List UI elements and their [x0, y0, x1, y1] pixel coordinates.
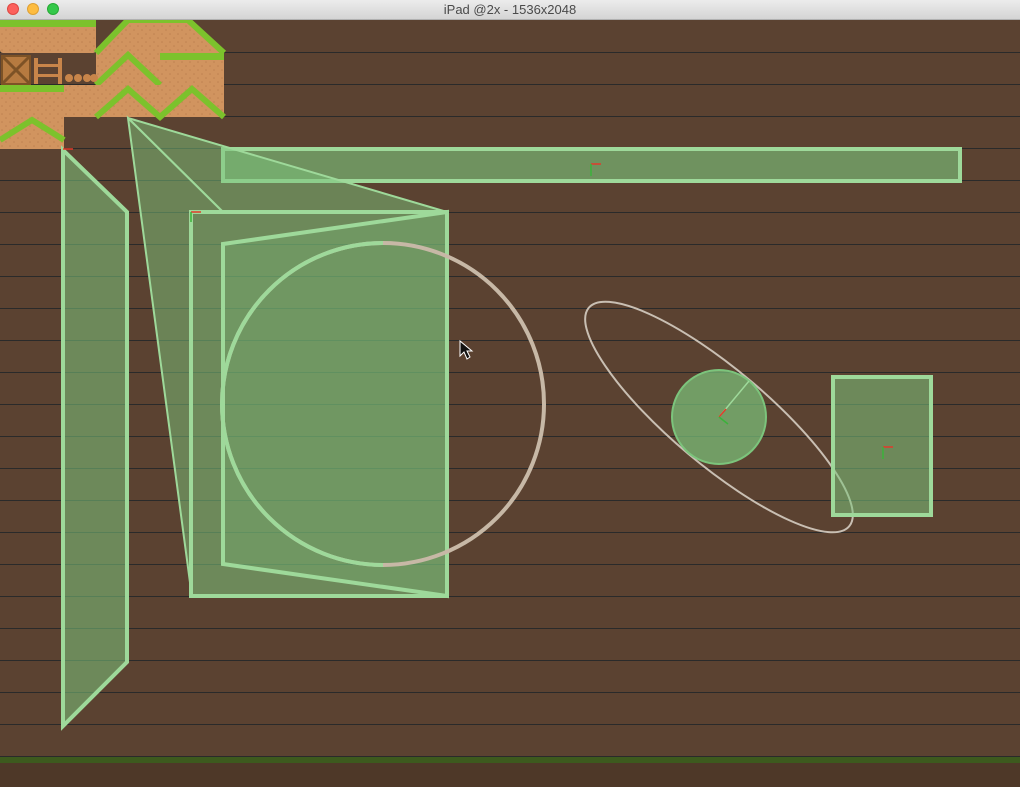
ground-dirt-strip [0, 763, 1020, 787]
small-box[interactable] [831, 375, 933, 517]
tile-grass-row [0, 85, 64, 92]
tile-grass-ledge [160, 53, 224, 60]
window-titlebar[interactable]: iPad @2x - 1536x2048 [0, 0, 1020, 20]
scene-canvas[interactable] [0, 20, 1020, 787]
game-scene[interactable] [0, 20, 1020, 787]
large-quad-trapezoid[interactable] [221, 209, 449, 599]
ground-grass-strip [0, 757, 1020, 763]
window-title: iPad @2x - 1536x2048 [443, 2, 577, 17]
tile-grass-top [0, 20, 96, 27]
tall-parallelogram[interactable] [61, 145, 129, 731]
